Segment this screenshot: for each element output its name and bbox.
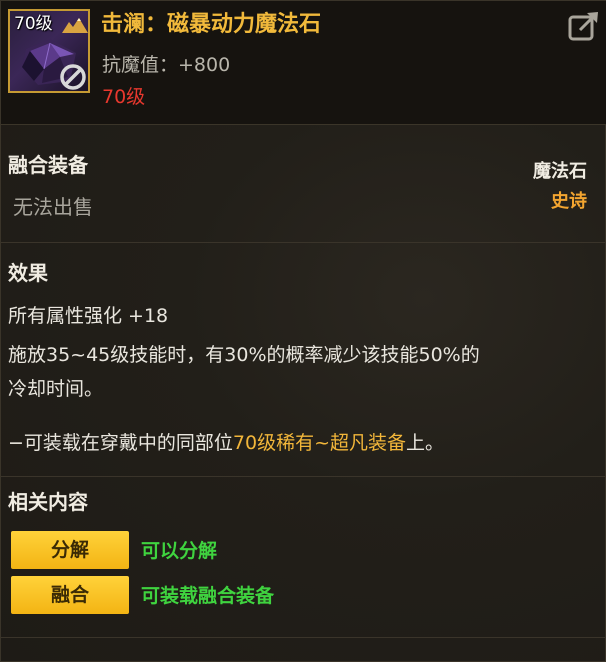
effect-heading: 效果 <box>8 261 48 285</box>
item-icon[interactable]: 70级 <box>8 9 90 93</box>
divider <box>1 476 606 477</box>
fuse-button[interactable]: 融合 <box>11 576 129 614</box>
disassemble-button[interactable]: 分解 <box>11 531 129 569</box>
mountain-icon <box>62 18 88 33</box>
fuse-desc: 可装载融合装备 <box>141 585 275 607</box>
resist-label: 抗魔值： <box>102 54 179 76</box>
required-level: 70级 <box>102 86 146 108</box>
divider <box>1 242 606 243</box>
mount-highlight: 70级稀有~超凡装备 <box>232 432 407 454</box>
mount-suffix: 上。 <box>406 432 445 454</box>
item-tooltip-panel: 70级 击澜：磁暴动力魔法石 抗魔值：+800 70级 融合装备 无法出售 魔法… <box>0 0 606 662</box>
effect-line-stat: 所有属性强化 +18 <box>8 305 169 327</box>
item-category: 融合装备 <box>8 153 88 177</box>
icon-level-label: 70级 <box>14 14 53 34</box>
ban-icon <box>60 64 86 90</box>
share-icon[interactable] <box>567 9 601 43</box>
resist-value: +800 <box>178 54 231 76</box>
mount-prefix: −可装载在穿戴中的同部位 <box>8 432 233 454</box>
item-type: 魔法石 <box>533 161 587 182</box>
effect-line-mount: −可装载在穿戴中的同部位70级稀有~超凡装备上。 <box>8 429 444 457</box>
effect-line-skill: 施放35~45级技能时，有30%的概率减少该技能50%的 <box>8 344 480 366</box>
related-heading: 相关内容 <box>8 490 88 514</box>
disassemble-desc: 可以分解 <box>141 540 218 562</box>
item-title: 击澜：磁暴动力魔法石 <box>101 12 322 37</box>
effect-line-cooldown: 冷却时间。 <box>8 378 104 400</box>
item-rarity: 史诗 <box>551 191 587 212</box>
divider <box>1 637 606 638</box>
magic-resist-stat: 抗魔值：+800 <box>102 52 230 78</box>
sell-status: 无法出售 <box>13 195 93 219</box>
item-header: 70级 击澜：磁暴动力魔法石 抗魔值：+800 70级 <box>1 1 606 125</box>
